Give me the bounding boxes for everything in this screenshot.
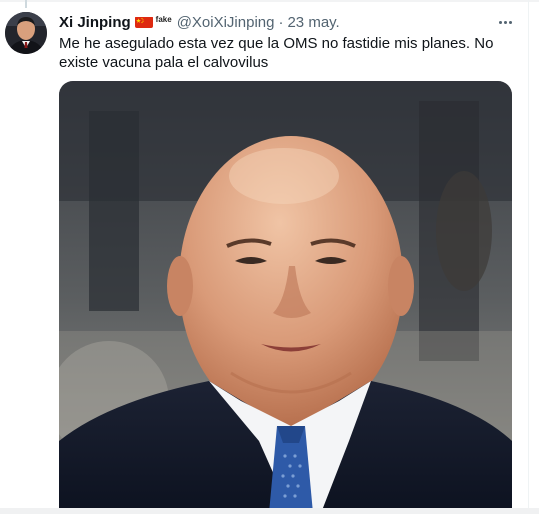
more-dot bbox=[503, 20, 507, 24]
thread-connector-line bbox=[25, 0, 27, 8]
author-name[interactable]: Xi Jinping bbox=[59, 14, 131, 31]
fake-badge: fake bbox=[155, 14, 172, 24]
portrait-photo bbox=[59, 81, 512, 513]
avatar-image bbox=[5, 12, 47, 54]
tweet-media-photo[interactable] bbox=[59, 81, 512, 513]
bottom-edge bbox=[0, 508, 539, 514]
china-flag-icon bbox=[134, 16, 153, 28]
tweet-text: Me he asegulado esta vez que la OMS no f… bbox=[59, 35, 494, 71]
separator-dot: · bbox=[278, 13, 284, 31]
window-top-edge bbox=[0, 0, 539, 2]
timeline-divider bbox=[528, 0, 529, 514]
more-dot bbox=[508, 20, 512, 24]
more-options-icon[interactable] bbox=[494, 12, 516, 32]
tweet-date[interactable]: 23 may. bbox=[287, 14, 339, 31]
avatar[interactable] bbox=[5, 12, 47, 54]
author-handle[interactable]: @XoiXiJinping bbox=[177, 14, 275, 31]
tweet-header: Xi Jinping fake @XoiXiJinping · 23 may. bbox=[59, 11, 489, 33]
more-dot bbox=[498, 20, 502, 24]
